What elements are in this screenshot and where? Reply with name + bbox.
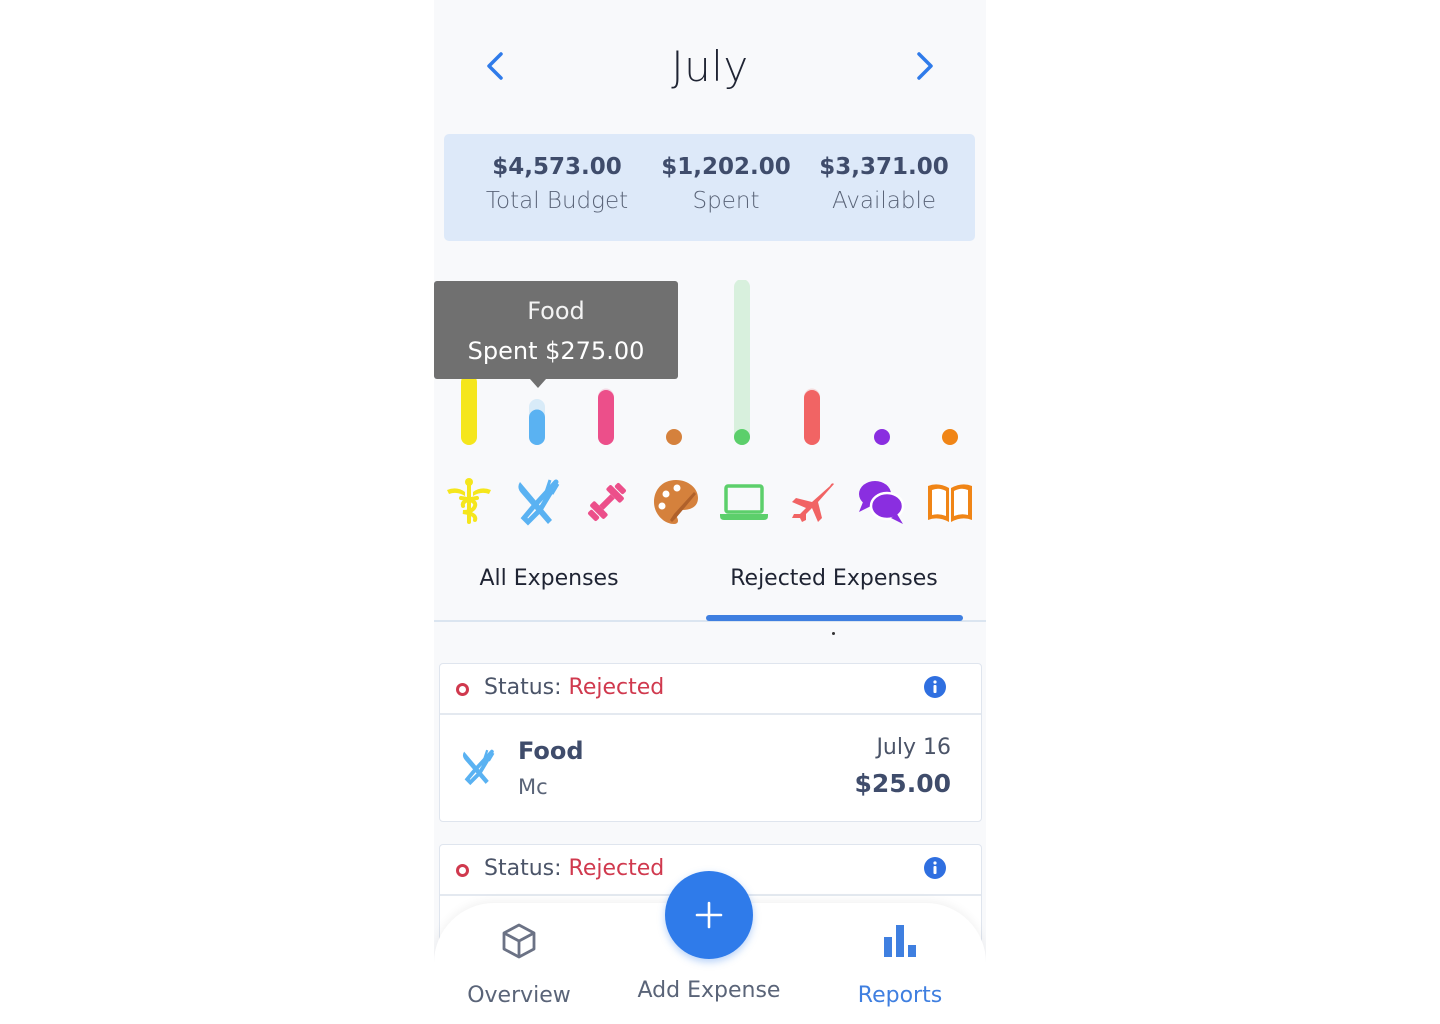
nav-overview[interactable]: Overview xyxy=(449,921,589,1008)
tab-all-expenses[interactable]: All Expenses xyxy=(434,566,664,591)
total-budget-stat: $4,573.00 Total Budget xyxy=(472,154,642,214)
status-text: Status: Rejected xyxy=(484,856,664,881)
cube-icon xyxy=(502,923,536,959)
travel-plane-icon[interactable] xyxy=(786,476,838,528)
expense-tabs: All Expenses Rejected Expenses xyxy=(434,556,986,622)
expense-amount: $25.00 xyxy=(854,769,951,798)
spent-stat: $1,202.00 Spent xyxy=(656,154,796,214)
expense-date: July 16 xyxy=(876,735,951,760)
spent-label: Spent xyxy=(692,188,760,214)
electronics-laptop-icon[interactable] xyxy=(718,476,770,528)
category-spending-chart: Food Spent $275.00 xyxy=(434,280,986,460)
education-book-icon[interactable] xyxy=(924,476,976,528)
tooltip-category: Food xyxy=(527,297,585,325)
nav-reports[interactable]: Reports xyxy=(830,921,970,1008)
chart-tooltip: Food Spent $275.00 xyxy=(434,281,678,388)
social-chat-icon[interactable] xyxy=(855,476,907,528)
status-indicator-icon xyxy=(456,864,469,877)
nav-reports-label: Reports xyxy=(857,983,943,1008)
expense-card-body: Food Mc July 16 $25.00 xyxy=(440,715,981,821)
add-expense-button[interactable] xyxy=(665,871,753,959)
nav-overview-label: Overview xyxy=(467,983,571,1008)
nav-add-expense[interactable]: Add Expense xyxy=(629,978,789,1003)
separator-dot xyxy=(832,632,835,635)
tab-rejected-expenses[interactable]: Rejected Expenses xyxy=(706,566,962,591)
info-icon[interactable] xyxy=(923,856,947,880)
food-utensils-icon xyxy=(462,749,495,786)
status-indicator-icon xyxy=(456,683,469,696)
fitness-dumbbell-icon[interactable] xyxy=(581,476,633,528)
available-value: $3,371.00 xyxy=(819,154,949,180)
medical-caduceus-icon[interactable] xyxy=(443,476,495,528)
category-bar-dot[interactable] xyxy=(734,429,750,445)
next-month-button[interactable] xyxy=(904,46,944,86)
status-value: Rejected xyxy=(568,675,665,700)
nav-add-expense-label: Add Expense xyxy=(637,978,781,1003)
status-label: Status: xyxy=(484,675,562,700)
spent-value: $1,202.00 xyxy=(661,154,791,180)
status-value: Rejected xyxy=(568,856,665,881)
info-icon[interactable] xyxy=(923,675,947,699)
category-icon-row xyxy=(434,476,986,532)
chevron-right-icon xyxy=(917,52,933,80)
category-bar-dot[interactable] xyxy=(666,429,682,445)
total-budget-label: Total Budget xyxy=(485,188,629,214)
expense-card[interactable]: Status: Rejected Food Mc July 16 $25.00 xyxy=(439,663,982,822)
budget-summary-card: $4,573.00 Total Budget $1,202.00 Spent $… xyxy=(444,134,975,241)
status-label: Status: xyxy=(484,856,562,881)
art-palette-icon[interactable] xyxy=(650,476,702,528)
available-label: Available xyxy=(831,188,937,214)
bar-chart-icon xyxy=(884,925,916,957)
active-tab-indicator xyxy=(706,615,963,621)
food-utensils-icon[interactable] xyxy=(512,476,564,528)
month-navigator: July xyxy=(434,30,986,110)
expense-category: Food xyxy=(518,737,584,765)
expense-card-header: Status: Rejected xyxy=(440,664,981,715)
available-stat: $3,371.00 Available xyxy=(809,154,959,214)
category-bar-dot[interactable] xyxy=(874,429,890,445)
status-text: Status: Rejected xyxy=(484,675,664,700)
tooltip-spent: Spent $275.00 xyxy=(467,337,645,365)
total-budget-value: $4,573.00 xyxy=(492,154,622,180)
category-bar-dot[interactable] xyxy=(942,429,958,445)
plus-icon xyxy=(695,901,723,929)
expense-merchant: Mc xyxy=(518,775,548,799)
app-screen: July $4,573.00 Total Budget $1,202.00 Sp… xyxy=(434,0,986,1024)
